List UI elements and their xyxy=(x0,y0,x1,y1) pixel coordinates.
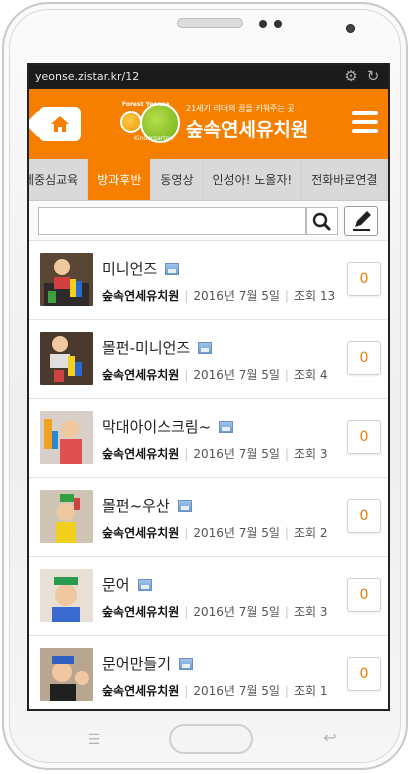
home-key[interactable] xyxy=(169,724,253,754)
post-list: 미니언즈 숲속연세유치원 | 2016년 7월 5일 | 조회 13 0 몰펀-미니언즈… xyxy=(29,241,388,709)
gear-icon[interactable]: ⚙ xyxy=(342,67,360,85)
browser-url: yeonse.zistar.kr/12 xyxy=(35,70,140,83)
browser-url-bar[interactable]: yeonse.zistar.kr/12 ⚙ ↻ xyxy=(29,65,388,89)
post-views: 조회 3 xyxy=(293,447,328,461)
home-icon xyxy=(51,116,69,132)
post-thumbnail[interactable] xyxy=(40,490,93,543)
post-thumbnail[interactable] xyxy=(40,569,93,622)
list-item[interactable]: 몰펀~우산 숲속연세유치원 | 2016년 7월 5일 | 조회 2 0 xyxy=(29,478,388,557)
post-date: 2016년 7월 5일 xyxy=(193,447,280,461)
comment-count-badge[interactable]: 0 xyxy=(347,341,381,375)
front-camera xyxy=(259,20,267,28)
list-item[interactable]: 문어만들기 숲속연세유치원 | 2016년 7월 5일 | 조회 1 0 xyxy=(29,636,388,709)
tab-category-1[interactable]: 세중심교육 xyxy=(29,159,89,200)
post-thumbnail[interactable] xyxy=(40,648,93,701)
logo-tagline: 21세기 리더의 꿈을 키워주는 곳 xyxy=(186,104,295,113)
tab-video[interactable]: 동영상 xyxy=(151,159,204,200)
list-item[interactable]: 막대아이스크림~ 숲속연세유치원 | 2016년 7월 5일 | 조회 3 0 xyxy=(29,399,388,478)
post-meta: 숲속연세유치원 | 2016년 7월 5일 | 조회 4 xyxy=(102,368,328,382)
comment-count-badge[interactable]: 0 xyxy=(347,578,381,612)
post-date: 2016년 7월 5일 xyxy=(193,526,280,540)
post-title[interactable]: 문어 xyxy=(102,574,152,595)
logo-en-top: Forest Yeonse xyxy=(122,101,170,108)
comment-count-badge[interactable]: 0 xyxy=(347,420,381,454)
logo-orange-bubble xyxy=(120,111,142,133)
post-views: 조회 13 xyxy=(293,289,336,303)
post-views: 조회 1 xyxy=(293,684,328,698)
reload-icon[interactable]: ↻ xyxy=(364,67,382,85)
site-header: Forest Yeonse Kindergarten 21세기 리더의 꿈을 키… xyxy=(29,89,388,159)
post-author: 숲속연세유치원 xyxy=(102,289,180,303)
list-item[interactable]: 문어 숲속연세유치원 | 2016년 7월 5일 | 조회 3 0 xyxy=(29,557,388,636)
post-date: 2016년 7월 5일 xyxy=(193,684,280,698)
post-title[interactable]: 몰펀~우산 xyxy=(102,495,192,516)
post-date: 2016년 7월 5일 xyxy=(193,605,280,619)
image-attachment-icon xyxy=(177,500,192,512)
logo-en-bottom: Kindergarten xyxy=(134,135,174,142)
screen: yeonse.zistar.kr/12 ⚙ ↻ Forest Yeonse Ki… xyxy=(27,63,390,711)
tab-call-direct[interactable]: 전화바로연결 xyxy=(302,159,388,200)
tab-after-school[interactable]: 방과후반 xyxy=(88,159,152,200)
image-attachment-icon xyxy=(165,263,180,275)
post-thumbnail[interactable] xyxy=(40,332,93,385)
comment-count-badge[interactable]: 0 xyxy=(347,657,381,691)
post-author: 숲속연세유치원 xyxy=(102,605,180,619)
search-input[interactable] xyxy=(38,207,306,235)
search-button[interactable] xyxy=(306,207,338,235)
post-meta: 숲속연세유치원 | 2016년 7월 5일 | 조회 2 xyxy=(102,526,328,540)
comment-count-badge[interactable]: 0 xyxy=(347,499,381,533)
back-key-icon[interactable]: ↩ xyxy=(318,730,342,746)
menu-key-icon[interactable]: ☰ xyxy=(84,733,104,747)
post-meta: 숲속연세유치원 | 2016년 7월 5일 | 조회 3 xyxy=(102,605,328,619)
post-title[interactable]: 미니언즈 xyxy=(102,258,180,279)
home-button[interactable] xyxy=(29,107,81,141)
post-meta: 숲속연세유치원 | 2016년 7월 5일 | 조회 13 xyxy=(102,289,336,303)
write-post-button[interactable] xyxy=(344,206,378,236)
post-meta: 숲속연세유치원 | 2016년 7월 5일 | 조회 3 xyxy=(102,447,328,461)
image-attachment-icon xyxy=(219,421,234,433)
pencil-icon xyxy=(353,211,371,231)
post-thumbnail[interactable] xyxy=(40,411,93,464)
post-title[interactable]: 몰펀-미니언즈 xyxy=(102,337,213,358)
image-attachment-icon xyxy=(137,579,152,591)
post-meta: 숲속연세유치원 | 2016년 7월 5일 | 조회 1 xyxy=(102,684,328,698)
post-date: 2016년 7월 5일 xyxy=(193,368,280,382)
search-bar xyxy=(29,201,388,241)
post-author: 숲속연세유치원 xyxy=(102,684,180,698)
category-tabs: 세중심교육 방과후반 동영상 인성아! 노올자! 전화바로연결 xyxy=(29,159,388,201)
comment-count-badge[interactable]: 0 xyxy=(347,262,381,296)
proximity-sensor xyxy=(346,24,355,33)
post-title[interactable]: 문어만들기 xyxy=(102,653,194,674)
hamburger-menu-icon[interactable] xyxy=(352,111,378,135)
site-logo[interactable]: Forest Yeonse Kindergarten 21세기 리더의 꿈을 키… xyxy=(120,101,308,147)
logo-name: 숲속연세유치원 xyxy=(186,119,309,141)
front-sensor xyxy=(274,20,282,28)
post-thumbnail[interactable] xyxy=(40,253,93,306)
tab-character-play[interactable]: 인성아! 노올자! xyxy=(204,159,303,200)
post-author: 숲속연세유치원 xyxy=(102,368,180,382)
post-author: 숲속연세유치원 xyxy=(102,447,180,461)
search-icon xyxy=(312,212,331,231)
post-views: 조회 2 xyxy=(293,526,328,540)
post-title[interactable]: 막대아이스크림~ xyxy=(102,416,234,437)
list-item[interactable]: 미니언즈 숲속연세유치원 | 2016년 7월 5일 | 조회 13 0 xyxy=(29,241,388,320)
post-views: 조회 3 xyxy=(293,605,328,619)
post-date: 2016년 7월 5일 xyxy=(193,289,280,303)
image-attachment-icon xyxy=(179,658,194,670)
speaker-grille xyxy=(177,18,243,28)
post-views: 조회 4 xyxy=(293,368,328,382)
list-item[interactable]: 몰펀-미니언즈 숲속연세유치원 | 2016년 7월 5일 | 조회 4 0 xyxy=(29,320,388,399)
post-author: 숲속연세유치원 xyxy=(102,526,180,540)
image-attachment-icon xyxy=(198,342,213,354)
